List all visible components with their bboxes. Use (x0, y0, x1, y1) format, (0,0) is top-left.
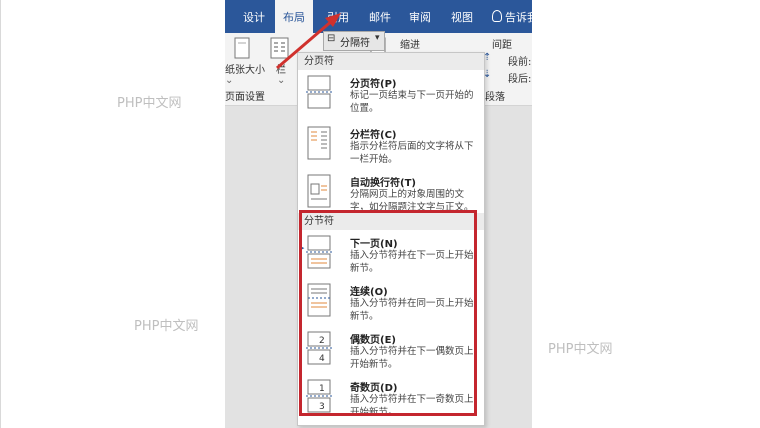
watermark-left-bottom: PHP中文网 (134, 319, 199, 334)
menu-item-desc: 插入分节符并在同一页上开始新节。 (350, 298, 474, 322)
odd-page-section-icon: 1 3 (306, 379, 334, 413)
menu-item-desc: 插入分节符并在下一偶数页上开始新节。 (350, 346, 474, 370)
selected-indicator-icon: ▶ (299, 244, 305, 252)
menu-item-desc: 指示分栏符后面的文字将从下一栏开始。 (350, 141, 474, 165)
odd-page-badge: 3 (319, 402, 325, 412)
menu-item-title: 偶数页(E) (350, 335, 396, 346)
word-window: 设计 布局 引用 邮件 审阅 视图 告诉我... 纸张大小 栏 ⌄ ⌄ 缩进 间… (225, 0, 532, 428)
column-break-icon (307, 126, 331, 160)
breaks-dropdown-menu: 分页符 分页符(P) 标记一页结束与下一页开始的位置。 分栏符(C) 指示分栏符… (297, 52, 485, 426)
even-page-section-icon: 2 4 (306, 331, 334, 365)
menu-item-odd-page[interactable]: 1 3 奇数页(D) 插入分节符并在下一奇数页上开始新节。 (298, 376, 484, 422)
continuous-section-icon (307, 283, 331, 317)
text-wrapping-break-icon (307, 174, 331, 208)
menu-item-continuous[interactable]: 连续(O) 插入分节符并在同一页上开始新节。 (298, 280, 484, 326)
left-divider (0, 0, 1, 428)
menu-item-text-wrapping-break[interactable]: 自动换行符(T) 分隔网页上的对象周围的文字，如分隔题注文字与正文。 (298, 171, 484, 217)
menu-item-column-break[interactable]: 分栏符(C) 指示分栏符后面的文字将从下一栏开始。 (298, 123, 484, 169)
menu-item-title: 奇数页(D) (350, 383, 398, 394)
menu-item-even-page[interactable]: 2 4 偶数页(E) 插入分节符并在下一偶数页上开始新节。 (298, 328, 484, 374)
menu-item-title: 自动换行符(T) (350, 178, 416, 189)
menu-item-desc: 插入分节符并在下一页上开始新节。 (350, 250, 474, 274)
section-breaks-header: 分节符 (298, 213, 484, 230)
menu-item-title: 下一页(N) (350, 239, 398, 250)
next-page-section-icon (306, 235, 334, 269)
annotation-arrow-icon (276, 13, 341, 70)
menu-item-desc: 插入分节符并在下一奇数页上开始新节。 (350, 394, 474, 418)
even-page-badge: 4 (319, 354, 325, 364)
watermark-left-top: PHP中文网 (117, 96, 182, 111)
svg-text:2: 2 (319, 336, 325, 346)
svg-text:1: 1 (319, 384, 325, 394)
menu-item-next-page[interactable]: ▶ 下一页(N) 插入分节符并在下一页上开始新节。 (298, 232, 484, 278)
menu-item-title: 分栏符(C) (350, 130, 397, 141)
menu-item-desc: 分隔网页上的对象周围的文字，如分隔题注文字与正文。 (350, 189, 474, 213)
menu-item-title: 连续(O) (350, 287, 388, 298)
watermark-right: PHP中文网 (548, 342, 613, 357)
